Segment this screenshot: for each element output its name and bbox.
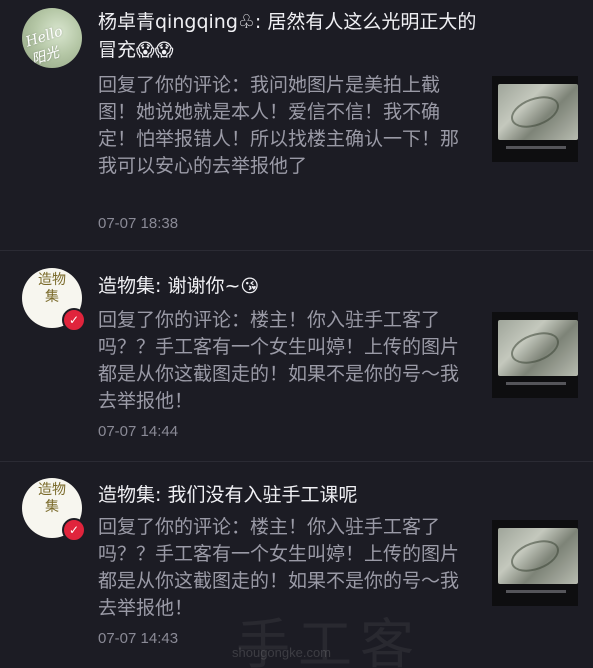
timestamp: 07-07 18:38 <box>98 215 179 232</box>
kiss-emoji-icon: 😘 <box>240 276 260 297</box>
avatar-text: 造物集 <box>38 482 66 515</box>
thumbnail-image <box>498 84 578 140</box>
thumbnail-image <box>498 320 578 376</box>
comment-header: 造物集: 谢谢你~😘 <box>98 272 478 301</box>
scream-emoji-icon: 😱😱 <box>136 40 174 61</box>
post-thumbnail[interactable] <box>492 520 578 606</box>
comment-feed: Hello 阳光 杨卓青qingqing♧: 居然有人这么光明正大的冒充😱😱 回… <box>0 0 593 668</box>
comment-header: 造物集: 我们没有入驻手工课呢 <box>98 481 478 510</box>
avatar-text: Hello 阳光 <box>23 23 65 68</box>
comment-header-text: 造物集: 谢谢你~ <box>98 275 241 297</box>
avatar-text: 造物集 <box>38 272 66 305</box>
thumbnail-caption <box>506 590 566 593</box>
post-thumbnail[interactable] <box>492 312 578 398</box>
verified-badge-icon: ✓ <box>62 518 86 542</box>
comment-header-text: 造物集: 我们没有入驻手工课呢 <box>98 484 358 506</box>
thumbnail-caption <box>506 146 566 149</box>
reply-text[interactable]: 回复了你的评论：我问她图片是美拍上截图！她说她就是本人！爱信不信！我不确定！怕举… <box>98 72 476 180</box>
comment-header: 杨卓青qingqing♧: 居然有人这么光明正大的冒充😱😱 <box>98 8 478 65</box>
verified-badge-icon: ✓ <box>62 308 86 332</box>
avatar[interactable]: Hello 阳光 <box>22 8 82 68</box>
comment-item: Hello 阳光 杨卓青qingqing♧: 居然有人这么光明正大的冒充😱😱 回… <box>0 0 593 251</box>
timestamp: 07-07 14:44 <box>98 423 179 440</box>
timestamp: 07-07 14:43 <box>98 630 179 647</box>
reply-text[interactable]: 回复了你的评论：楼主！你入驻手工客了吗？？手工客有一个女生叫婷！上传的图片都是从… <box>98 307 476 415</box>
thumbnail-image <box>498 528 578 584</box>
thumbnail-caption <box>506 382 566 385</box>
watermark-url: shougongke.com <box>232 645 332 660</box>
comment-item: 造物集 ✓ 造物集: 谢谢你~😘 回复了你的评论：楼主！你入驻手工客了吗？？手工… <box>0 251 593 462</box>
post-thumbnail[interactable] <box>492 76 578 162</box>
